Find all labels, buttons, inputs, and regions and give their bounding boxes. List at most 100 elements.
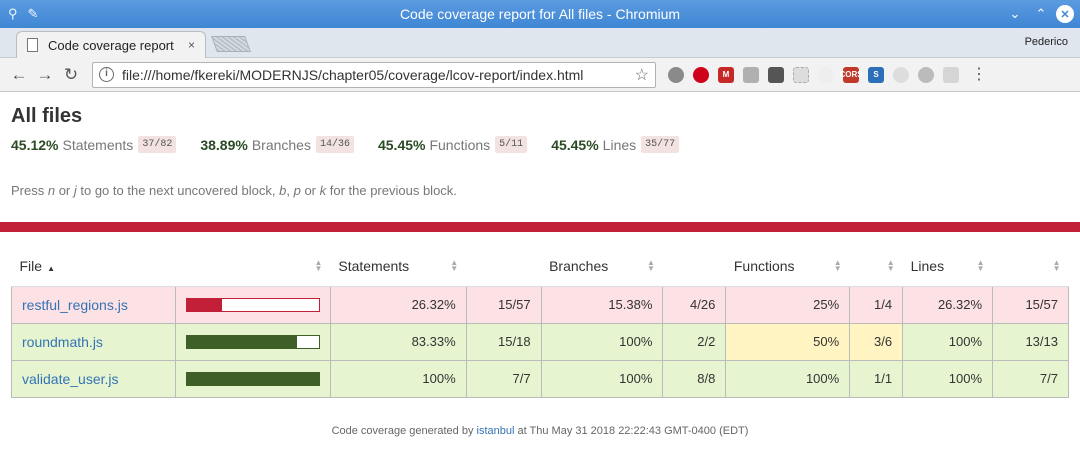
- cell-value: 100%: [619, 334, 653, 349]
- cell-value: 25%: [813, 297, 840, 312]
- address-bar[interactable]: i file:///home/fkereki/MODERNJS/chapter0…: [92, 61, 656, 88]
- tab-close-icon[interactable]: ×: [188, 38, 195, 52]
- column-header-coverage-bar[interactable]: ▲ ▼: [175, 246, 331, 287]
- help-key: n: [47, 183, 56, 198]
- file-cell: restful_regions.js: [11, 285, 176, 324]
- column-header-statements[interactable]: Statements ▲ ▼: [330, 246, 467, 287]
- summary-label: Lines: [602, 136, 637, 153]
- column-header-lines-frac[interactable]: ▲ ▼: [992, 246, 1069, 287]
- column-header-lines[interactable]: Lines ▲ ▼: [902, 246, 993, 287]
- tab-coverage-report[interactable]: Code coverage report ×: [16, 31, 206, 58]
- summary-pct: 38.89%: [200, 136, 248, 153]
- summary-fraction: 14/36: [315, 136, 354, 153]
- functions-frac-cell: 1/1: [849, 359, 904, 398]
- sort-icon: ▲ ▼: [314, 258, 323, 273]
- cell-value: 7/7: [512, 371, 531, 386]
- help-key: p: [293, 183, 301, 198]
- extension-capture-icon[interactable]: [793, 66, 809, 83]
- column-header-statements-frac[interactable]: [466, 246, 542, 287]
- header-label: File: [19, 257, 43, 274]
- coverage-bar-fill: [186, 298, 222, 311]
- column-header-branches-frac[interactable]: [662, 246, 726, 287]
- cell-value: 2/2: [697, 334, 716, 349]
- help-text: or: [55, 183, 74, 198]
- branches-frac-cell: 4/26: [662, 285, 727, 324]
- cell-value: 15/57: [1025, 297, 1058, 312]
- column-header-file[interactable]: File ▲: [11, 246, 176, 287]
- statements-frac-cell: 15/57: [465, 285, 542, 324]
- extension-opera-icon[interactable]: [693, 66, 709, 83]
- info-icon[interactable]: i: [99, 67, 114, 82]
- cell-value: 8/8: [697, 371, 716, 386]
- lines-pct-cell: 100%: [902, 322, 994, 361]
- column-header-branches[interactable]: Branches ▲ ▼: [541, 246, 663, 287]
- url-text[interactable]: file:///home/fkereki/MODERNJS/chapter05/…: [122, 67, 635, 83]
- coverage-table: File ▲ ▲ ▼ Statements ▲ ▼ Branches ▲ ▼ Functio…: [11, 246, 1069, 398]
- summary-label: Statements: [62, 136, 134, 153]
- table-header-row: File ▲ ▲ ▼ Statements ▲ ▼ Branches ▲ ▼ Functio…: [11, 246, 1069, 287]
- sort-icon: ▲ ▼: [450, 258, 459, 273]
- functions-pct-cell: 100%: [725, 359, 851, 398]
- tab-strip: Code coverage report × Pederico: [0, 28, 1080, 58]
- extension-gear-icon[interactable]: [668, 66, 684, 83]
- cell-value: 83.33%: [411, 334, 456, 349]
- statements-pct-cell: 83.33%: [329, 322, 467, 361]
- cell-value: 100%: [805, 371, 840, 386]
- close-icon[interactable]: ✕: [1056, 5, 1074, 23]
- statements-frac-cell: 7/7: [465, 359, 542, 398]
- extension-puzzle-icon[interactable]: [943, 66, 959, 83]
- statements-pct-cell: 100%: [329, 359, 467, 398]
- extension-dropbox-icon[interactable]: [743, 66, 759, 83]
- summary-pct: 45.12%: [11, 136, 59, 153]
- functions-frac-cell: 3/6: [849, 322, 904, 361]
- coverage-bar-fill: [186, 335, 297, 348]
- statements-frac-cell: 15/18: [465, 322, 542, 361]
- coverage-bar: [185, 297, 320, 312]
- coverage-bar: [185, 371, 320, 386]
- browser-toolbar: ← → ↻ i file:///home/fkereki/MODERNJS/ch…: [0, 58, 1080, 92]
- file-link[interactable]: validate_user.js: [22, 371, 119, 387]
- back-arrow-icon[interactable]: ←: [6, 62, 32, 88]
- table-row: validate_user.js 100% 7/7 100% 8/8 100% 1/1 100…: [11, 359, 1069, 398]
- header-label: Functions: [733, 257, 795, 274]
- more-menu-icon[interactable]: ⋮: [971, 66, 987, 82]
- cell-value: 15/18: [498, 334, 531, 349]
- page-content: All files 45.12% Statements 37/82 38.89%…: [0, 93, 1080, 454]
- bookmark-star-icon[interactable]: ☆: [635, 65, 649, 85]
- summary-pct: 45.45%: [377, 136, 426, 153]
- profile-button[interactable]: Pederico: [1025, 36, 1068, 48]
- forward-arrow-icon[interactable]: →: [32, 62, 58, 88]
- reload-icon[interactable]: ↻: [58, 62, 84, 88]
- footer: Code coverage generated by istanbul at T…: [0, 425, 1080, 437]
- extension-gmail-icon[interactable]: M: [718, 66, 734, 83]
- cell-value: 15.38%: [608, 297, 653, 312]
- maximize-icon[interactable]: ⌃: [1030, 4, 1052, 24]
- extension-note-icon[interactable]: [768, 66, 784, 83]
- cell-value: 13/13: [1025, 334, 1058, 349]
- sort-icon: ▲ ▼: [886, 258, 895, 273]
- file-link[interactable]: roundmath.js: [22, 334, 103, 350]
- extension-cors-icon[interactable]: CORS: [839, 66, 863, 83]
- column-header-functions[interactable]: Functions ▲ ▼: [725, 246, 850, 287]
- minimize-icon[interactable]: ⌄: [1004, 4, 1026, 24]
- extension-s-icon[interactable]: S: [868, 66, 884, 83]
- new-tab-button[interactable]: [211, 36, 251, 52]
- keyboard-help: Press n or j to go to the next uncovered…: [11, 183, 1069, 198]
- extension-clock-icon[interactable]: [818, 66, 834, 83]
- column-header-functions-frac[interactable]: ▲ ▼: [849, 246, 903, 287]
- istanbul-link[interactable]: istanbul: [477, 425, 515, 437]
- cell-value: 100%: [948, 334, 983, 349]
- functions-pct-cell: 25%: [725, 285, 851, 324]
- coverage-bar-cell: [174, 322, 331, 361]
- extension-bike-icon[interactable]: [918, 66, 934, 83]
- cell-value: 4/26: [690, 297, 716, 312]
- lines-pct-cell: 26.32%: [902, 285, 994, 324]
- branches-pct-cell: 100%: [540, 359, 664, 398]
- extension-bar: M CORS S: [668, 66, 959, 83]
- lines-frac-cell: 13/13: [992, 322, 1069, 361]
- summary-label: Functions: [429, 136, 491, 153]
- cell-value: 3/6: [874, 334, 893, 349]
- extension-refresh-icon[interactable]: [893, 66, 909, 83]
- file-link[interactable]: restful_regions.js: [22, 297, 128, 313]
- header-label: Lines: [910, 257, 945, 274]
